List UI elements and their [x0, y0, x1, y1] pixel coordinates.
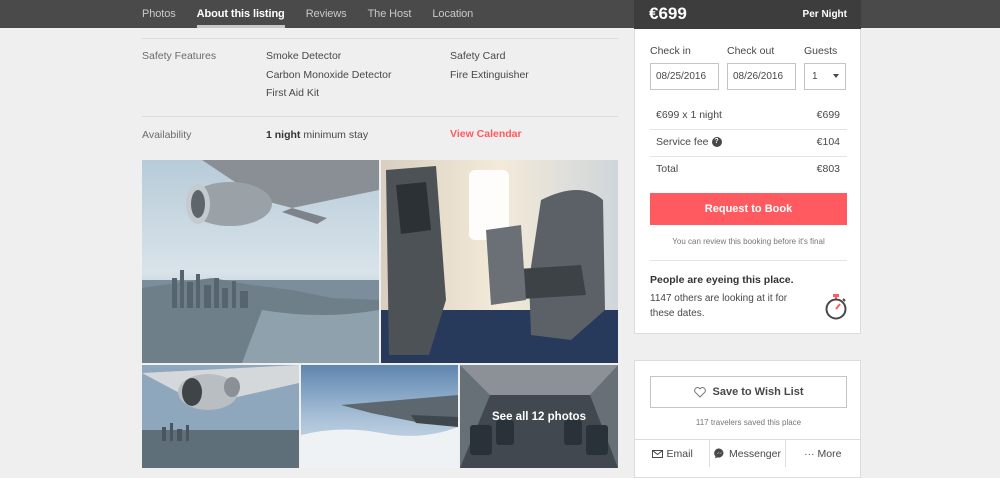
section-divider [142, 116, 618, 117]
guests-label: Guests [804, 45, 838, 57]
nights-line-amount: €699 [816, 109, 840, 121]
check-in-label: Check in [650, 45, 691, 57]
safety-features-label: Safety Features [142, 50, 217, 62]
check-out-field[interactable]: 08/26/2016 [727, 63, 796, 90]
tab-the-host[interactable]: The Host [368, 0, 412, 28]
eyeing-text: 1147 others are looking at it for these … [650, 293, 788, 319]
wish-list-panel: Save to Wish List 117 travelers saved th… [634, 360, 861, 478]
more-label: ··· More [804, 447, 842, 460]
view-calendar-link[interactable]: View Calendar [450, 128, 522, 140]
listing-photo[interactable] [381, 160, 618, 363]
see-all-photos-tile[interactable]: See all 12 photos [460, 365, 618, 468]
guests-select[interactable]: 1 [804, 63, 846, 90]
saved-count-note: 117 travelers saved this place [695, 418, 802, 427]
price-header: €699 Per Night [634, 0, 861, 29]
request-to-book-button[interactable]: Request to Book [650, 193, 847, 225]
tab-about-this-listing[interactable]: About this listing [196, 0, 285, 28]
service-fee-row: Service fee ? [656, 136, 722, 148]
eyeing-title: People are eyeing this place. [650, 274, 794, 286]
email-label: Email [666, 447, 693, 460]
envelope-icon [651, 449, 663, 458]
section-divider [142, 38, 618, 39]
safety-item: First Aid Kit [266, 87, 320, 99]
service-fee-label: Service fee [656, 136, 709, 148]
total-label: Total [656, 163, 679, 175]
safety-item: Carbon Monoxide Detector [266, 69, 392, 81]
review-booking-note: You can review this booking before it's … [672, 237, 825, 246]
save-to-wish-list-button[interactable]: Save to Wish List [650, 376, 847, 408]
price-divider [650, 129, 847, 130]
tab-photos[interactable]: Photos [142, 0, 176, 28]
stopwatch-icon [825, 294, 847, 320]
minimum-stay-text: minimum stay [300, 129, 369, 141]
safety-item: Safety Card [450, 50, 506, 62]
check-out-label: Check out [727, 45, 775, 57]
check-in-field[interactable]: 08/25/2016 [650, 63, 719, 90]
messenger-icon [714, 448, 724, 459]
tab-location[interactable]: Location [432, 0, 473, 28]
listing-photo[interactable] [142, 160, 379, 363]
help-icon[interactable]: ? [711, 137, 722, 147]
price-divider [650, 156, 847, 157]
nightly-price: €699 [649, 4, 687, 23]
listing-photo[interactable] [301, 365, 458, 468]
see-all-photos-label: See all 12 photos [460, 365, 618, 468]
safety-item: Smoke Detector [266, 50, 342, 62]
email-share-button[interactable]: Email [635, 440, 711, 467]
messenger-label: Messenger [729, 447, 781, 460]
nights-line-label: €699 x 1 night [656, 109, 722, 121]
chevron-down-icon [833, 74, 839, 78]
service-fee-amount: €104 [816, 136, 840, 148]
heart-icon [693, 386, 706, 398]
save-to-wish-list-label: Save to Wish List [712, 386, 804, 398]
safety-item: Fire Extinguisher [450, 69, 529, 81]
messenger-share-button[interactable]: Messenger [710, 440, 786, 467]
listing-tabs: Photos About this listing Reviews The Ho… [142, 0, 494, 28]
booking-panel: Check in Check out Guests 08/25/2016 08/… [634, 29, 861, 334]
availability-label: Availability [142, 129, 192, 141]
share-row: Email Messenger ··· More [635, 439, 860, 467]
listing-details: Safety Features Smoke Detector Carbon Mo… [142, 28, 618, 478]
section-divider [650, 260, 847, 261]
per-night-label: Per Night [802, 9, 847, 20]
listing-photo[interactable] [142, 365, 299, 468]
guests-value: 1 [812, 71, 818, 82]
minimum-nights: 1 night [266, 129, 301, 141]
more-share-button[interactable]: ··· More [786, 440, 860, 467]
tab-reviews[interactable]: Reviews [306, 0, 347, 28]
minimum-stay: 1 night minimum stay [266, 129, 368, 141]
total-amount: €803 [816, 163, 840, 175]
